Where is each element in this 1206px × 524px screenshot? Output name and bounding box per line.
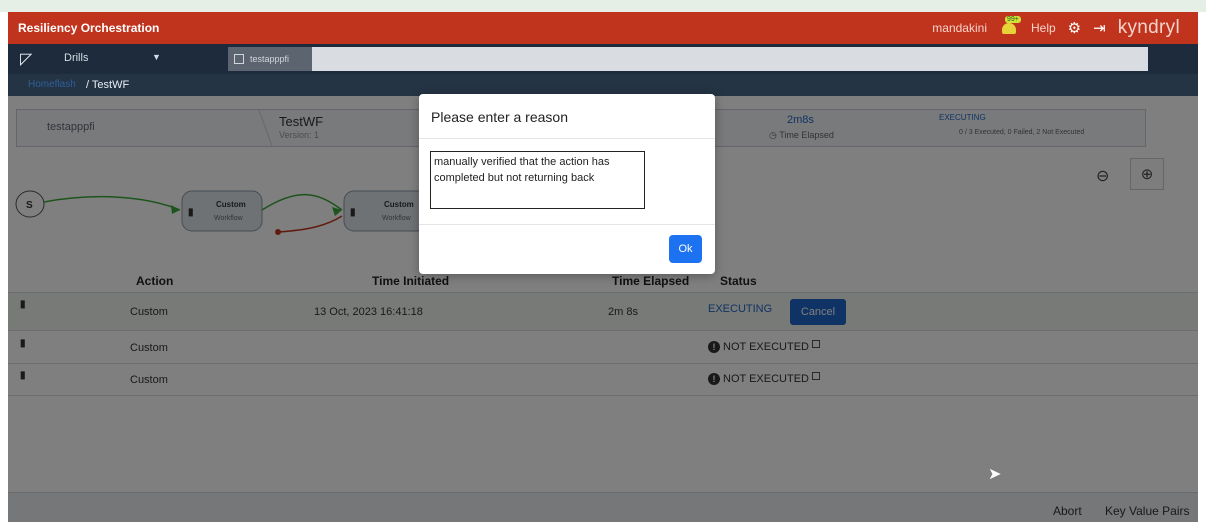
app-title: Resiliency Orchestration — [18, 21, 160, 35]
window-top-strip — [0, 0, 1206, 12]
tab-icon — [234, 54, 244, 64]
reason-dialog: Please enter a reason manually verified … — [419, 94, 715, 274]
reason-textarea[interactable]: manually verified that the action has co… — [430, 151, 645, 209]
mouse-cursor-icon: ➤ — [988, 466, 1002, 483]
app-header: Resiliency Orchestration mandakini 99+ H… — [8, 12, 1198, 44]
workflow-tab-bar: testapppfi — [228, 47, 1148, 71]
drill-selector[interactable]: Drills — [64, 52, 88, 64]
breadcrumb-current: / TestWF — [86, 79, 130, 91]
dialog-title: Please enter a reason — [431, 109, 568, 125]
workflow-tab-label: testapppfi — [250, 54, 290, 64]
brand-logo: kyndryl — [1117, 17, 1180, 38]
bell-icon[interactable]: 99+ — [999, 16, 1021, 37]
drill-toolbar: ◸ Drills ▼ testapppfi — [8, 44, 1198, 74]
logout-icon[interactable]: ⇥ — [1093, 19, 1106, 37]
header-actions: mandakini 99+ Help ⚙ ⇥ kyndryl — [932, 12, 1180, 44]
ok-button[interactable]: Ok — [669, 235, 702, 263]
user-name[interactable]: mandakini — [932, 21, 987, 35]
gear-icon[interactable]: ⚙ — [1068, 19, 1081, 37]
breadcrumb-home-link[interactable]: Homeflash — [28, 79, 76, 90]
help-link[interactable]: Help — [1031, 21, 1056, 35]
megaphone-icon: ◸ — [20, 51, 33, 68]
chevron-down-icon[interactable]: ▼ — [152, 52, 161, 62]
workflow-tab[interactable]: testapppfi — [228, 47, 312, 71]
breadcrumb: Homeflash / TestWF — [8, 74, 1198, 96]
notification-badge: 99+ — [1004, 16, 1021, 23]
dialog-divider — [419, 138, 715, 139]
dialog-divider — [419, 224, 715, 225]
